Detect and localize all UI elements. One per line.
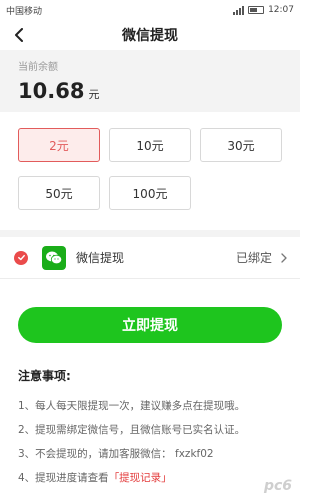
balance-amount: 10.68 <box>18 79 85 103</box>
note-item-3: 3、不会提现的，请加客服微信： fxzkf02 <box>18 448 214 460</box>
amount-option-10[interactable]: 10元 <box>109 128 191 162</box>
status-bar: 中国移动 12:07 <box>0 0 300 20</box>
bind-status: 已绑定 <box>235 251 272 265</box>
battery-icon <box>248 6 265 14</box>
balance-row: 10.68 元 <box>18 79 282 103</box>
amount-option-2[interactable]: 2元 <box>18 128 100 162</box>
balance-unit: 元 <box>88 88 100 101</box>
amount-option-100[interactable]: 100元 <box>109 176 191 210</box>
section-divider <box>0 230 300 237</box>
balance-card: 当前余额 10.68 元 <box>0 50 300 112</box>
note-item-4: 4、提现进度请查看「提现记录」 <box>18 466 282 490</box>
amount-option-30[interactable]: 30元 <box>200 128 282 162</box>
chevron-right-icon <box>281 252 287 263</box>
back-button[interactable] <box>8 24 30 46</box>
note-item-2: 2、提现需绑定微信号，且微信账号已实名认证。 <box>18 424 246 436</box>
wechat-icon <box>42 245 66 270</box>
notes-section: 注意事项: 1、每人每天限提现一次，建议赚多点在提现哦。 2、提现需绑定微信号，… <box>0 343 300 490</box>
arrow-left-icon <box>15 28 23 42</box>
clock-time: 12:07 <box>268 5 294 15</box>
note-item-4-text: 4、提现进度请查看 <box>18 472 109 484</box>
watermark-logo: pc6 <box>263 478 292 494</box>
amount-options: 2元 10元 30元 50元 100元 <box>0 112 300 210</box>
withdraw-method-row[interactable]: 微信提现 已绑定 <box>0 237 300 279</box>
notes-title: 注意事项: <box>18 369 71 383</box>
balance-label: 当前余额 <box>18 62 58 73</box>
withdraw-record-link[interactable]: 「提现记录」 <box>109 472 172 484</box>
page-title: 微信提现 <box>122 28 178 44</box>
status-icons: 12:07 <box>233 5 294 15</box>
submit-wrap: 立即提现 <box>0 279 300 343</box>
method-label: 微信提现 <box>76 251 125 265</box>
nav-bar: 微信提现 <box>0 20 300 50</box>
carrier-label: 中国移动 <box>6 6 43 17</box>
withdraw-now-button[interactable]: 立即提现 <box>18 307 282 343</box>
amount-option-50[interactable]: 50元 <box>18 176 100 210</box>
note-item-1: 1、每人每天限提现一次，建议赚多点在提现哦。 <box>18 400 246 412</box>
check-circle-icon[interactable] <box>14 250 28 265</box>
signal-icon <box>233 5 245 15</box>
